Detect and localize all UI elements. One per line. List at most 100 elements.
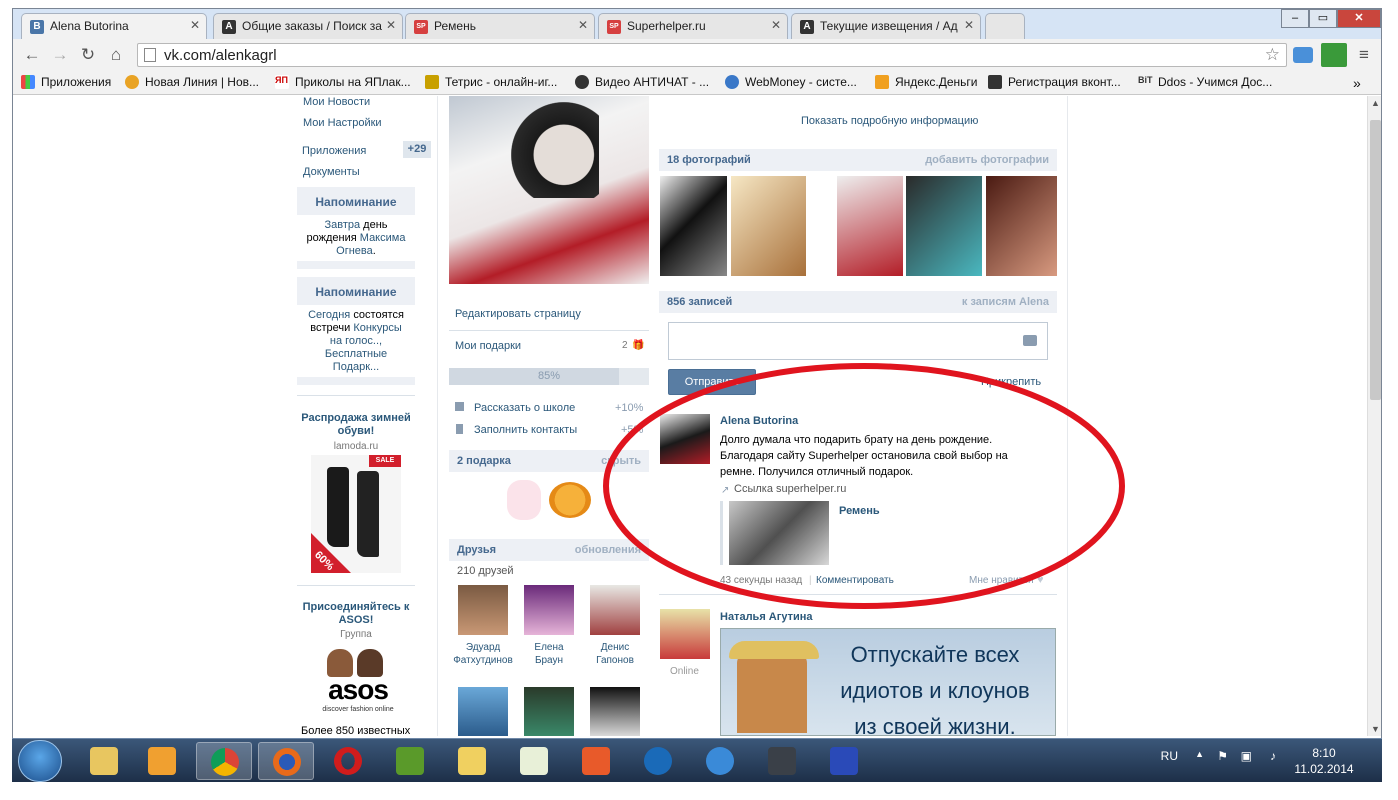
- scroll-down-icon[interactable]: ▼: [1371, 724, 1380, 734]
- bookmark-tetris[interactable]: Тетрис - онлайн-иг...: [425, 75, 557, 89]
- close-window-icon[interactable]: ✕: [1337, 9, 1381, 28]
- add-photos-link[interactable]: добавить фотографии: [925, 154, 1049, 166]
- gift-tangerine[interactable]: [549, 482, 591, 518]
- divider: [449, 330, 649, 331]
- photo-thumb[interactable]: [660, 176, 727, 276]
- taskbar-firefox[interactable]: [258, 742, 314, 780]
- wall-link[interactable]: к записям Alena: [962, 296, 1049, 308]
- my-gifts-link[interactable]: Мои подарки: [455, 340, 521, 352]
- close-icon[interactable]: ✕: [386, 18, 396, 32]
- post-avatar[interactable]: [660, 609, 710, 659]
- camera-icon[interactable]: [1023, 335, 1037, 346]
- taskbar-paint[interactable]: [444, 742, 500, 780]
- scrollbar-thumb[interactable]: [1370, 120, 1381, 400]
- address-bar[interactable]: vk.com/alenkagrl ☆: [137, 43, 1287, 67]
- close-icon[interactable]: ✕: [578, 18, 588, 32]
- taskbar-timer[interactable]: [630, 742, 686, 780]
- asos-tagline: discover fashion online: [322, 706, 394, 713]
- back-icon[interactable]: ←: [21, 45, 43, 65]
- bookmark-yaplakal[interactable]: ЯП Приколы на ЯПлак...: [275, 75, 411, 89]
- menu-apps[interactable]: Приложения: [302, 145, 366, 157]
- photos-header[interactable]: 18 фотографий добавить фотографии: [659, 149, 1057, 171]
- tell-school-link[interactable]: Рассказать о школе: [474, 402, 575, 414]
- wall-header[interactable]: 856 записей к записям Alena: [659, 291, 1057, 313]
- network-icon[interactable]: ▣: [1241, 749, 1252, 763]
- photo-thumb[interactable]: [837, 176, 903, 276]
- reload-icon[interactable]: ↻: [77, 45, 99, 65]
- menu-icon[interactable]: ≡: [1353, 45, 1375, 65]
- close-icon[interactable]: ✕: [771, 18, 781, 32]
- clock[interactable]: 8:10 11.02.2014: [1294, 745, 1354, 777]
- volume-icon[interactable]: ♪: [1270, 749, 1276, 763]
- folder-icon: [90, 747, 118, 775]
- taskbar-sync[interactable]: [692, 742, 748, 780]
- new-tab-button[interactable]: [985, 13, 1025, 39]
- bookmark-antichat[interactable]: Видео АНТИЧАТ - ...: [575, 75, 709, 89]
- minimize-icon[interactable]: –: [1281, 9, 1309, 28]
- more-bookmarks-icon[interactable]: »: [1353, 75, 1361, 91]
- photo-thumb[interactable]: [906, 176, 982, 276]
- menu-news[interactable]: Мои Новости: [303, 96, 370, 108]
- photo-thumb[interactable]: [731, 176, 806, 276]
- forward-icon[interactable]: →: [49, 45, 71, 65]
- profile-photo[interactable]: [449, 96, 649, 284]
- taskbar-opera[interactable]: [320, 742, 376, 780]
- friend-photo[interactable]: [590, 687, 640, 736]
- tab-advego-notices[interactable]: A Текущие извещения / Ад ✕: [791, 13, 981, 39]
- fill-contacts-link[interactable]: Заполнить контакты: [474, 424, 577, 436]
- home-icon[interactable]: ⌂: [105, 45, 127, 65]
- language-indicator[interactable]: RU: [1161, 749, 1178, 763]
- taskbar-media[interactable]: [134, 742, 190, 780]
- app-icon: [396, 747, 424, 775]
- boots-ad-image[interactable]: SALE 60%: [311, 455, 401, 573]
- start-button[interactable]: [18, 740, 62, 782]
- asos-logo[interactable]: asos: [313, 674, 403, 706]
- flag-icon[interactable]: ⚑: [1217, 749, 1228, 763]
- clock-icon: [644, 747, 672, 775]
- close-icon[interactable]: ✕: [190, 18, 200, 32]
- taskbar-explorer[interactable]: [76, 742, 132, 780]
- photo-thumb[interactable]: [986, 176, 1057, 276]
- menu-settings[interactable]: Мои Настройки: [303, 117, 382, 129]
- friend-photo[interactable]: [524, 687, 574, 736]
- friend-photo[interactable]: [458, 687, 508, 736]
- ad-title[interactable]: Присоединяйтесь к ASOS!: [297, 601, 415, 627]
- taskbar-shutdown[interactable]: [568, 742, 624, 780]
- bookmark-apps[interactable]: Приложения: [21, 75, 111, 89]
- reminder-link[interactable]: Завтра: [324, 219, 360, 231]
- url-text: vk.com/alenkagrl: [164, 47, 277, 64]
- post-image[interactable]: Отпускайте всех идиотов и клоунов из сво…: [720, 628, 1056, 736]
- tab-vk[interactable]: В Alena Butorina ✕: [21, 13, 207, 40]
- tab-remen[interactable]: SP Ремень ✕: [405, 13, 595, 39]
- ad-text: Более 850 известных брендов. Бесплатная: [301, 725, 411, 736]
- bookmark-yandex-money[interactable]: Яндекс.Деньги: [875, 75, 977, 89]
- taskbar-notepad[interactable]: [506, 742, 562, 780]
- ad-title[interactable]: Распродажа зимней обуви!: [297, 412, 415, 438]
- friend-card[interactable]: Елена Браун: [519, 585, 579, 667]
- wall-post-input[interactable]: [668, 322, 1048, 360]
- gift-kitten[interactable]: [507, 480, 541, 520]
- taskbar-save[interactable]: [816, 742, 872, 780]
- menu-docs[interactable]: Документы: [303, 166, 360, 178]
- maximize-icon[interactable]: ▭: [1309, 9, 1337, 28]
- bookmark-novaya-liniya[interactable]: Новая Линия | Нов...: [125, 75, 259, 89]
- tab-advego-orders[interactable]: A Общие заказы / Поиск за ✕: [213, 13, 403, 39]
- taskbar-app[interactable]: [382, 742, 438, 780]
- show-info-link[interactable]: Показать подробную информацию: [801, 115, 978, 127]
- taskbar-steam[interactable]: [754, 742, 810, 780]
- tray-arrow-icon[interactable]: ▲: [1195, 749, 1204, 759]
- bookmark-ddos[interactable]: BiT Ddos - Учимся Дос...: [1138, 75, 1272, 89]
- bookmark-webmoney[interactable]: WebMoney - систе...: [725, 75, 857, 89]
- friend-card[interactable]: Эдуард Фатхутдинов: [453, 585, 513, 667]
- edit-page-link[interactable]: Редактировать страницу: [455, 308, 581, 320]
- bookmark-star-icon[interactable]: ☆: [1265, 45, 1280, 65]
- tab-superhelper[interactable]: SP Superhelper.ru ✕: [598, 13, 788, 39]
- scroll-up-icon[interactable]: ▲: [1371, 98, 1380, 108]
- extension-icon[interactable]: [1293, 47, 1313, 63]
- bookmark-registration[interactable]: Регистрация вконт...: [988, 75, 1121, 89]
- close-icon[interactable]: ✕: [964, 18, 974, 32]
- reminder-link[interactable]: Сегодня: [308, 309, 350, 321]
- vertical-scrollbar[interactable]: ▲ ▼: [1367, 96, 1381, 736]
- login-extension-icon[interactable]: [1321, 43, 1347, 67]
- taskbar-chrome[interactable]: [196, 742, 252, 780]
